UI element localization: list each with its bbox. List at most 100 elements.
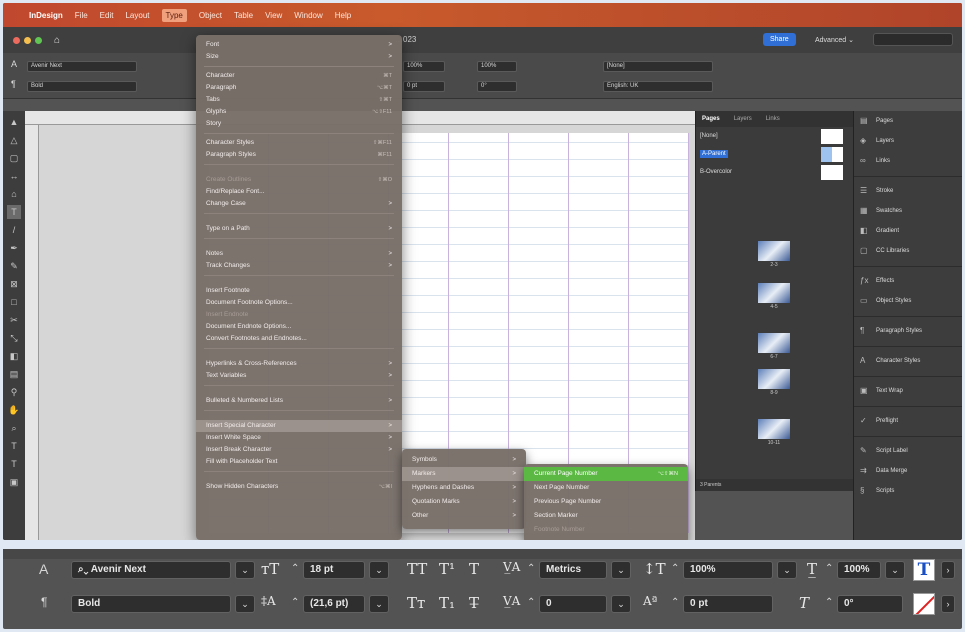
vertical-scale-field-small[interactable]: 100%	[403, 61, 445, 72]
tab-links[interactable]: Links	[766, 116, 780, 122]
skew-stepper[interactable]: ⌃	[825, 597, 833, 608]
spread-thumbnail[interactable]	[758, 283, 790, 303]
kerning-stepper[interactable]: ⌃	[527, 563, 535, 574]
dock-stroke[interactable]: ☰ Stroke	[854, 181, 962, 201]
type-menu-item-show-hidden-characters[interactable]: Show Hidden Characters ⌥⌘I	[196, 481, 402, 493]
leading-stepper[interactable]: ⌃	[291, 597, 299, 608]
page-tool-icon[interactable]: ▢	[7, 151, 21, 165]
home-icon[interactable]: ⌂	[54, 35, 60, 46]
type-menu-item-story[interactable]: Story	[196, 118, 402, 130]
menu-view[interactable]: View	[265, 11, 282, 20]
gap-tool-icon[interactable]: ↔	[7, 169, 21, 183]
underline-icon[interactable]: T	[469, 560, 479, 578]
special-char-item-other[interactable]: Other >	[402, 509, 526, 523]
type-menu-item-insert-break-character[interactable]: Insert Break Character >	[196, 444, 402, 456]
line-tool-icon[interactable]: /	[7, 223, 21, 237]
spread-thumbnail[interactable]	[758, 369, 790, 389]
type-menu-item-convert-footnotes-and-endnotes[interactable]: Convert Footnotes and Endnotes...	[196, 333, 402, 345]
character-style-field-small[interactable]: [None]	[603, 61, 713, 72]
special-char-item-markers[interactable]: Markers >	[402, 467, 526, 481]
parent-page-a[interactable]: A-Parent	[696, 145, 853, 163]
markers-item-previous-page-number[interactable]: Previous Page Number	[524, 495, 688, 509]
type-menu-item-insert-special-character[interactable]: Insert Special Character >	[196, 420, 402, 432]
font-size-input[interactable]: 18 pt	[303, 561, 365, 579]
vertical-scale-stepper[interactable]: ⌃	[671, 563, 679, 574]
leading-dropdown[interactable]: ⌄	[369, 595, 389, 613]
menu-file[interactable]: File	[75, 11, 88, 20]
dock-paragraph-styles[interactable]: ¶ Paragraph Styles	[854, 321, 962, 341]
superscript-icon[interactable]: T¹	[439, 560, 455, 578]
menu-layout[interactable]: Layout	[125, 11, 149, 20]
stroke-menu-arrow[interactable]: ›	[941, 595, 955, 613]
dock-pages[interactable]: ▤ Pages	[854, 111, 962, 131]
tab-layers[interactable]: Layers	[734, 116, 752, 122]
special-char-item-symbols[interactable]: Symbols >	[402, 453, 526, 467]
spread-thumbnail[interactable]	[758, 333, 790, 353]
parent-page-none[interactable]: [None]	[696, 127, 853, 145]
type-menu-item-notes[interactable]: Notes >	[196, 248, 402, 260]
strikethrough-icon[interactable]: T̶	[469, 594, 479, 612]
scissors-tool-icon[interactable]: ✂	[7, 313, 21, 327]
type-menu-item-insert-white-space[interactable]: Insert White Space >	[196, 432, 402, 444]
spread-thumbnail[interactable]	[758, 419, 790, 439]
special-char-item-quotation-marks[interactable]: Quotation Marks >	[402, 495, 526, 509]
type-menu-item-character[interactable]: Character ⌘T	[196, 70, 402, 82]
special-char-item-hyphens-and-dashes[interactable]: Hyphens and Dashes >	[402, 481, 526, 495]
dock-preflight[interactable]: ✓ Preflight	[854, 411, 962, 431]
dock-script-label[interactable]: ✎ Script Label	[854, 441, 962, 461]
dock-object-styles[interactable]: ▭ Object Styles	[854, 291, 962, 311]
pen-tool-icon[interactable]: ✒	[7, 241, 21, 255]
dock-gradient[interactable]: ◧ Gradient	[854, 221, 962, 241]
font-size-stepper[interactable]: ⌃	[291, 563, 299, 574]
markers-item-section-marker[interactable]: Section Marker	[524, 509, 688, 523]
baseline-shift-field-small[interactable]: 0 pt	[403, 81, 445, 92]
formatting-mode-icon[interactable]: T	[7, 457, 21, 471]
horizontal-scale-input[interactable]: 100%	[837, 561, 881, 579]
leading-input[interactable]: (21,6 pt)	[303, 595, 365, 613]
type-menu-item-insert-footnote[interactable]: Insert Footnote	[196, 285, 402, 297]
font-style-field-small[interactable]: Bold	[27, 81, 137, 92]
parent-page-thumbnail[interactable]	[821, 129, 843, 144]
kerning-input[interactable]: Metrics	[539, 561, 607, 579]
rectangle-tool-icon[interactable]: □	[7, 295, 21, 309]
vertical-scale-dropdown[interactable]: ⌄	[777, 561, 797, 579]
markers-item-next-page-number[interactable]: Next Page Number	[524, 481, 688, 495]
type-menu-item-tabs[interactable]: Tabs ⇧⌘T	[196, 94, 402, 106]
dock-swatches[interactable]: ▦ Swatches	[854, 201, 962, 221]
type-menu-item-font[interactable]: Font >	[196, 39, 402, 51]
type-menu-item-document-footnote-options[interactable]: Document Footnote Options...	[196, 297, 402, 309]
type-menu-item-type-on-a-path[interactable]: Type on a Path >	[196, 223, 402, 235]
font-family-field-small[interactable]: Avenir Next	[27, 61, 137, 72]
type-menu-item-glyphs[interactable]: Glyphs ⌥⇧F11	[196, 106, 402, 118]
tab-pages[interactable]: Pages	[702, 116, 720, 122]
parent-page-thumbnail[interactable]	[821, 165, 843, 180]
font-size-dropdown[interactable]: ⌄	[369, 561, 389, 579]
note-tool-icon[interactable]: ▤	[7, 367, 21, 381]
font-family-dropdown[interactable]: ⌄	[235, 561, 255, 579]
type-menu-item-text-variables[interactable]: Text Variables >	[196, 370, 402, 382]
menu-app-name[interactable]: InDesign	[29, 11, 63, 20]
type-tool-icon[interactable]: T	[7, 205, 21, 219]
paragraph-formatting-icon[interactable]: ¶	[41, 595, 47, 609]
character-formatting-icon[interactable]: A	[39, 561, 48, 577]
tracking-dropdown[interactable]: ⌄	[611, 595, 631, 613]
selection-tool-icon[interactable]: ▲	[7, 115, 21, 129]
zoom-window-button[interactable]	[35, 36, 42, 44]
content-collector-icon[interactable]: ⌂	[7, 187, 21, 201]
pencil-tool-icon[interactable]: ✎	[7, 259, 21, 273]
type-menu-item-paragraph[interactable]: Paragraph ⌥⌘T	[196, 82, 402, 94]
menu-window[interactable]: Window	[294, 11, 322, 20]
character-mode-icon[interactable]: A	[11, 59, 17, 69]
dock-layers[interactable]: ◈ Layers	[854, 131, 962, 151]
menu-edit[interactable]: Edit	[100, 11, 114, 20]
parent-page-thumbnail[interactable]	[821, 147, 843, 162]
type-menu-item-bulleted-numbered-lists[interactable]: Bulleted & Numbered Lists >	[196, 395, 402, 407]
type-menu-item-track-changes[interactable]: Track Changes >	[196, 260, 402, 272]
dock-effects[interactable]: ƒx Effects	[854, 271, 962, 291]
type-menu-item-size[interactable]: Size >	[196, 51, 402, 63]
kerning-dropdown[interactable]: ⌄	[611, 561, 631, 579]
menu-object[interactable]: Object	[199, 11, 222, 20]
dock-cc-libraries[interactable]: ▢ CC Libraries	[854, 241, 962, 261]
type-menu-item-fill-with-placeholder-text[interactable]: Fill with Placeholder Text	[196, 456, 402, 468]
workspace-switcher[interactable]: Advanced ⌄	[815, 36, 854, 44]
